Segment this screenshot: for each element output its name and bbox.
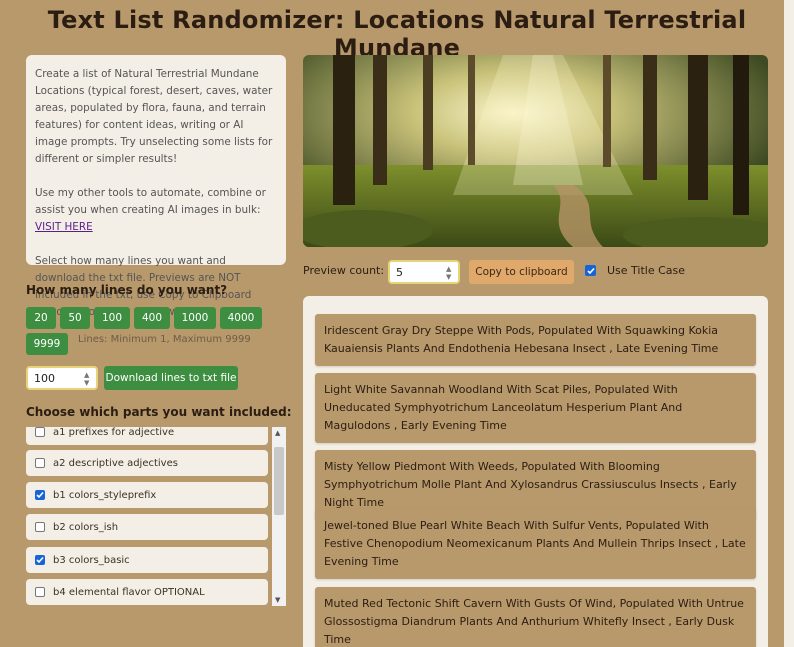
preset-9999-button[interactable]: 9999 <box>26 333 68 355</box>
checkbox-b3[interactable] <box>35 555 45 565</box>
scroll-up-icon[interactable]: ▲ <box>275 429 280 437</box>
page-edge <box>784 0 794 647</box>
part-label-a1: a1 prefixes for adjective <box>53 427 175 438</box>
part-item-b2[interactable]: b2 colors_ish <box>26 514 268 540</box>
preset-20-button[interactable]: 20 <box>26 307 56 329</box>
part-label-a2: a2 descriptive adjectives <box>53 457 178 469</box>
checkbox-b4[interactable] <box>35 587 45 597</box>
title-case-toggle[interactable]: Use Title Case <box>585 264 685 277</box>
description-intro: Create a list of Natural Terrestrial Mun… <box>35 68 273 165</box>
download-button[interactable]: Download lines to txt file <box>104 366 238 390</box>
preset-50-button[interactable]: 50 <box>60 307 90 329</box>
description-tools: Use my other tools to automate, combine … <box>35 185 277 236</box>
part-item-b3[interactable]: b3 colors_basic <box>26 547 268 573</box>
forest-hero-image <box>303 55 768 247</box>
part-label-b3: b3 colors_basic <box>53 554 130 566</box>
title-case-checkbox[interactable] <box>585 265 596 276</box>
part-label-b1: b1 colors_styleprefix <box>53 489 157 501</box>
result-item: Iridescent Gray Dry Steppe With Pods, Po… <box>315 314 756 366</box>
title-case-label: Use Title Case <box>607 264 686 277</box>
parts-checklist: a1 prefixes for adjective a2 descriptive… <box>26 427 286 606</box>
preview-spinner-icon[interactable]: ▲ ▼ <box>446 265 454 281</box>
checklist-scrollbar[interactable]: ▲ ▼ <box>272 427 286 606</box>
part-item-a2[interactable]: a2 descriptive adjectives <box>26 450 268 476</box>
part-item-a1[interactable]: a1 prefixes for adjective <box>26 427 268 445</box>
preset-400-button[interactable]: 400 <box>134 307 170 329</box>
checkbox-a2[interactable] <box>35 458 45 468</box>
part-item-b1[interactable]: b1 colors_styleprefix <box>26 482 268 508</box>
part-item-b4[interactable]: b4 elemental flavor OPTIONAL <box>26 579 268 605</box>
preview-count-label: Preview count: <box>303 264 385 277</box>
part-label-b2: b2 colors_ish <box>53 521 119 533</box>
preview-count-value: 5 <box>396 265 403 279</box>
lines-section-title: How many lines do you want? <box>26 283 228 297</box>
preset-100-button[interactable]: 100 <box>94 307 130 329</box>
checkbox-a1[interactable] <box>35 427 45 437</box>
part-label-b4: b4 elemental flavor OPTIONAL <box>53 586 205 598</box>
description-panel: Create a list of Natural Terrestrial Mun… <box>26 55 286 318</box>
scrollbar-thumb[interactable] <box>274 447 284 515</box>
preset-4000-button[interactable]: 4000 <box>220 307 262 329</box>
lines-count-value: 100 <box>34 371 55 385</box>
lines-count-input[interactable]: 100 ▲ ▼ <box>26 366 98 390</box>
results-panel: Iridescent Gray Dry Steppe With Pods, Po… <box>303 296 768 647</box>
result-item: Jewel-toned Blue Pearl White Beach With … <box>315 509 756 579</box>
parts-section-title: Choose which parts you want included: <box>26 405 292 419</box>
result-item: Muted Red Tectonic Shift Cavern With Gus… <box>315 587 756 647</box>
scroll-down-icon[interactable]: ▼ <box>275 596 280 604</box>
checkbox-b1[interactable] <box>35 490 45 500</box>
copy-clipboard-button[interactable]: Copy to clipboard <box>469 260 574 284</box>
lines-hint: Lines: Minimum 1, Maximum 9999 <box>78 334 251 345</box>
description-tools-text: Use my other tools to automate, combine … <box>35 187 266 216</box>
preview-count-input[interactable]: 5 ▲ ▼ <box>388 260 460 284</box>
preset-1000-button[interactable]: 1000 <box>174 307 216 329</box>
result-item: Light White Savannah Woodland With Scat … <box>315 373 756 443</box>
visit-here-link[interactable]: VISIT HERE <box>35 221 93 233</box>
checkbox-b2[interactable] <box>35 522 45 532</box>
page-title: Text List Randomizer: Locations Natural … <box>47 6 747 62</box>
spinner-icon[interactable]: ▲ ▼ <box>84 371 92 387</box>
